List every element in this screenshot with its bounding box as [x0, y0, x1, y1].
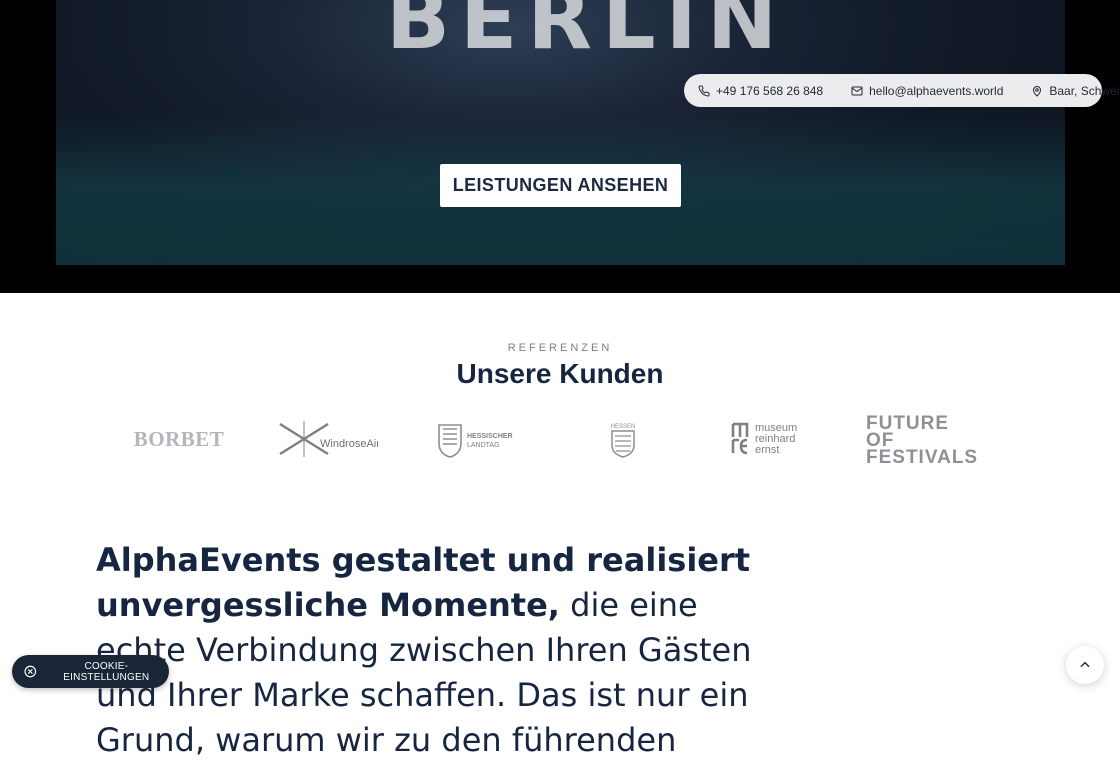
scroll-to-top-button[interactable]: [1066, 646, 1104, 684]
museum-reinhard-ernst-logo: museum reinhard ernst: [731, 420, 809, 456]
hero-section: BERLIN LEISTUNGEN ANSEHEN +49 176 568 26…: [0, 0, 1120, 293]
chevron-up-icon: [1080, 661, 1090, 668]
phone-number: +49 176 568 26 848: [716, 83, 824, 98]
festivals-line2: FESTIVALS: [866, 446, 979, 468]
client-logo-row: BORBET WindroseAir HESSISCHER LANDTAG HE…: [0, 414, 1120, 467]
mail-icon: [851, 86, 863, 95]
hessischer-line1: HESSISCHER: [467, 433, 513, 440]
references-eyebrow: REFERENZEN: [507, 342, 613, 354]
windroseair-wordmark: WindroseAir: [320, 438, 378, 450]
phone-icon: [698, 84, 710, 96]
location-text: Baar, Schweiz: [1049, 83, 1120, 98]
brand-statement: AlphaEvents gestaltet und realisiert unv…: [96, 538, 796, 763]
hessen-coat-of-arms-icon: HESSEN: [611, 424, 636, 458]
hessen-lion-crest-icon: HESSISCHER LANDTAG: [438, 424, 513, 458]
future-of-festivals-logo: FUTURE OF FESTIVALS: [866, 414, 977, 467]
services-cta-button[interactable]: LEISTUNGEN ANSEHEN: [440, 164, 681, 207]
festivals-line1: FUTURE OF: [866, 412, 950, 451]
cookie-settings-label: COOKIE-EINSTELLUNGEN: [63, 660, 150, 683]
windrose-star-icon: WindroseAir: [279, 421, 378, 457]
location-pin-icon: [1033, 85, 1042, 97]
borbet-logo: BORBET: [133, 426, 225, 451]
cookie-settings-button[interactable]: COOKIE-EINSTELLUNGEN: [12, 655, 169, 688]
cookie-close-icon: [24, 665, 37, 678]
email-address: hello@alphaevents.world: [869, 83, 1004, 98]
references-title: Unsere Kunden: [456, 358, 664, 389]
windroseair-logo: WindroseAir: [278, 421, 378, 457]
email-link[interactable]: hello@alphaevents.world: [851, 84, 1003, 98]
phone-link[interactable]: +49 176 568 26 848: [698, 84, 823, 98]
contact-bar: +49 176 568 26 848 hello@alphaevents.wor…: [684, 74, 1120, 107]
museum-line3: ernst: [755, 444, 779, 456]
hessen-wordmark: HESSEN: [611, 424, 636, 430]
hessischer-line2: LANDTAG: [467, 442, 500, 449]
hessen-logo: HESSEN: [606, 421, 640, 459]
hero-background-video: BERLIN: [56, 0, 1065, 265]
museum-mre-mark-icon: museum reinhard ernst: [731, 422, 797, 456]
hessischer-landtag-logo: HESSISCHER LANDTAG: [437, 422, 515, 458]
location-link[interactable]: Baar, Schweiz: [1031, 84, 1120, 98]
